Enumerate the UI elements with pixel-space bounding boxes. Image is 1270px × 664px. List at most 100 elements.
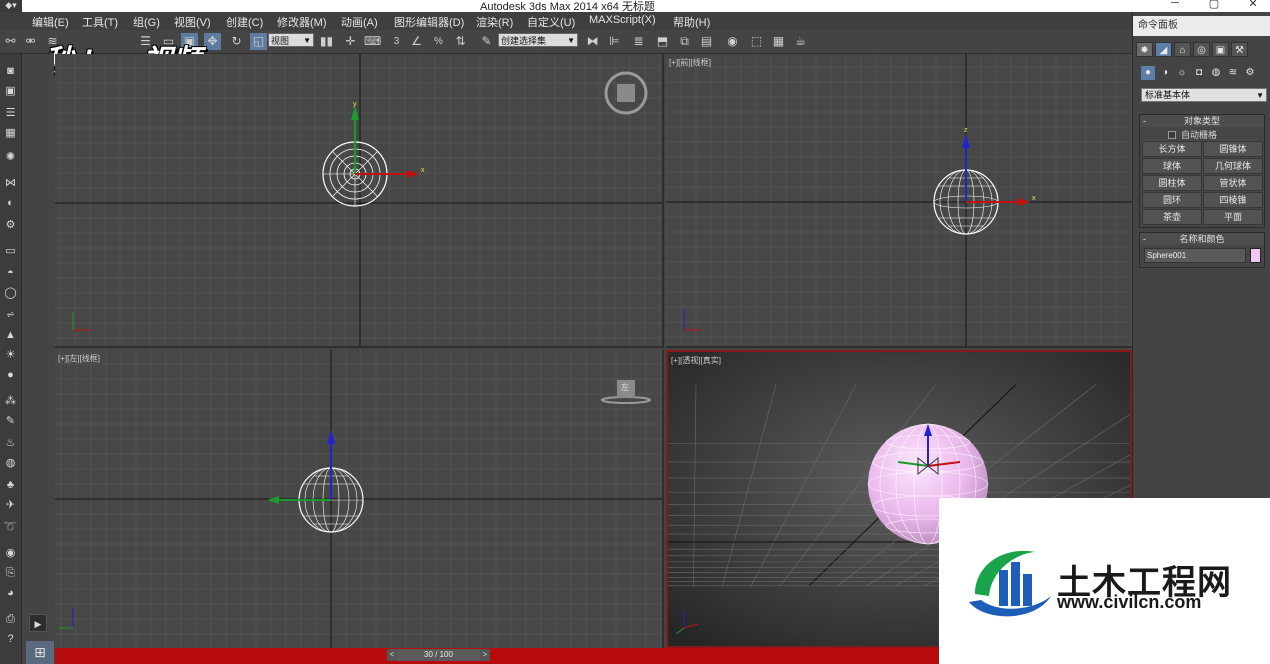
- sun-icon[interactable]: ☀: [2, 348, 19, 363]
- pivot-center-icon[interactable]: ▮▮: [318, 33, 335, 50]
- script-icon[interactable]: ⎙: [2, 612, 19, 627]
- teapot-button[interactable]: 茶壶: [1142, 209, 1202, 225]
- grid-icon[interactable]: ▦: [2, 126, 19, 141]
- spiral-icon[interactable]: ➰: [2, 520, 19, 535]
- named-selection-dropdown[interactable]: 创建选择集 ▼: [498, 33, 578, 47]
- select-scale-icon[interactable]: ◱: [250, 33, 267, 50]
- select-move-icon[interactable]: ✥: [204, 33, 221, 50]
- create-tab-icon[interactable]: ✸: [1136, 42, 1153, 57]
- layer-manager-icon[interactable]: ≣: [630, 33, 647, 50]
- cone-icon[interactable]: ⩫: [2, 308, 19, 323]
- schematic-view-icon[interactable]: ▤: [698, 33, 715, 50]
- fish-icon[interactable]: ⋈: [2, 176, 19, 191]
- viewport-label-left[interactable]: [+][左][线框]: [58, 353, 100, 364]
- percent-snap-icon[interactable]: %: [430, 33, 447, 50]
- object-color-swatch[interactable]: [1250, 248, 1261, 263]
- image-icon[interactable]: ▣: [2, 84, 19, 99]
- lights-icon[interactable]: ☼: [1175, 66, 1189, 80]
- globe-icon[interactable]: ◍: [2, 456, 19, 471]
- material-editor-icon[interactable]: ◉: [724, 33, 741, 50]
- snaps-toggle-icon[interactable]: 3: [388, 33, 405, 50]
- select-manipulate-icon[interactable]: ✛: [342, 33, 359, 50]
- helpers-icon[interactable]: ◍: [1209, 66, 1223, 80]
- utilities-tab-icon[interactable]: ⚒: [1231, 42, 1248, 57]
- menu-tools[interactable]: 工具(T): [82, 14, 118, 30]
- play-icon[interactable]: ▶: [29, 614, 47, 632]
- previous-frame-button[interactable]: <: [387, 649, 397, 661]
- cone-button[interactable]: 圆锥体: [1203, 141, 1263, 157]
- bird-icon[interactable]: ✈: [2, 498, 19, 513]
- tube-button[interactable]: 管状体: [1203, 175, 1263, 191]
- cameras-icon[interactable]: ◘: [1192, 66, 1206, 80]
- next-frame-button[interactable]: >: [480, 649, 490, 661]
- help-icon[interactable]: ?: [2, 632, 19, 647]
- teapot-icon[interactable]: ♨: [2, 436, 19, 451]
- time-slider[interactable]: < 30 / 100 >: [55, 648, 939, 664]
- render-production-icon[interactable]: ☕: [792, 33, 809, 50]
- pyramid-button[interactable]: 四棱锥: [1203, 192, 1263, 208]
- viewcube-face-label[interactable]: 左: [621, 382, 629, 393]
- maximize-icon[interactable]: ▢: [1199, 0, 1229, 11]
- render-setup-icon[interactable]: ⬚: [748, 33, 765, 50]
- space-warps-icon[interactable]: ≋: [1226, 66, 1240, 80]
- display-tab-icon[interactable]: ▣: [1212, 42, 1229, 57]
- menu-maxscript[interactable]: MAXScript(X): [589, 14, 656, 26]
- mirror-icon[interactable]: ⧓: [584, 33, 601, 50]
- max-logo-icon[interactable]: ◆▾: [0, 0, 22, 12]
- cylinder-button[interactable]: 圆柱体: [1142, 175, 1202, 191]
- rendered-frame-icon[interactable]: ▦: [770, 33, 787, 50]
- hierarchy-tab-icon[interactable]: ⌂: [1174, 42, 1191, 57]
- close-icon[interactable]: ✕: [1238, 0, 1268, 11]
- auto-grid-checkbox[interactable]: 自动栅格: [1168, 128, 1217, 141]
- viewport-label-front[interactable]: [+][前][线框]: [669, 57, 711, 68]
- spinner-snap-icon[interactable]: ⇅: [452, 33, 469, 50]
- viewport-front[interactable]: x z [+][前][线框]: [666, 54, 1132, 348]
- sphere-half-icon[interactable]: ◐: [2, 196, 19, 211]
- menu-animation[interactable]: 动画(A): [341, 14, 378, 30]
- link-icon[interactable]: ⚯: [2, 33, 19, 50]
- keyboard-shortcut-icon[interactable]: ⌨: [364, 33, 381, 50]
- geometry-category-dropdown[interactable]: 标准基本体 ▼: [1141, 88, 1267, 102]
- paint-icon[interactable]: ✎: [2, 414, 19, 429]
- graphite-tools-icon[interactable]: ⬒: [654, 33, 671, 50]
- menu-help[interactable]: 帮助(H): [673, 14, 710, 30]
- pattern-icon[interactable]: ⁂: [2, 394, 19, 409]
- triangle-icon[interactable]: ▲: [2, 328, 19, 343]
- torus-button[interactable]: 圆环: [1142, 192, 1202, 208]
- modify-tab-icon[interactable]: ◢: [1155, 42, 1172, 57]
- viewport-label-perspective[interactable]: [+][透视][真实]: [671, 355, 721, 366]
- menu-views[interactable]: 视图(V): [174, 14, 211, 30]
- plant-icon[interactable]: ♣: [2, 478, 19, 493]
- name-color-header[interactable]: - 名称和颜色: [1140, 233, 1264, 245]
- angle-snap-icon[interactable]: ∠: [408, 33, 425, 50]
- geosphere-button[interactable]: 几何球体: [1203, 158, 1263, 174]
- plane-button[interactable]: 平面: [1203, 209, 1263, 225]
- viewport-top[interactable]: x y: [55, 54, 664, 348]
- camera-icon[interactable]: ◙: [2, 64, 19, 79]
- select-rotate-icon[interactable]: ↻: [228, 33, 245, 50]
- curve-editor-icon[interactable]: ⧉: [676, 33, 693, 50]
- light-bulb-icon[interactable]: ✺: [2, 150, 19, 165]
- align-icon[interactable]: ⊫: [606, 33, 623, 50]
- box-button[interactable]: 长方体: [1142, 141, 1202, 157]
- viewport-left[interactable]: [+][左][线框] 左: [55, 350, 664, 648]
- shapes-icon[interactable]: ◑: [1158, 66, 1172, 80]
- menu-modifiers[interactable]: 修改器(M): [277, 14, 327, 30]
- object-type-header[interactable]: - 对象类型: [1140, 115, 1264, 127]
- viewport-layout-icon[interactable]: ⊞: [26, 641, 54, 664]
- menu-customize[interactable]: 自定义(U): [527, 14, 575, 30]
- circle-icon[interactable]: ◯: [2, 286, 19, 301]
- object-name-field[interactable]: Sphere001: [1144, 248, 1246, 263]
- box-icon[interactable]: ▭: [2, 244, 19, 259]
- earth-icon[interactable]: ◕: [2, 586, 19, 601]
- sphere-button[interactable]: 球体: [1142, 158, 1202, 174]
- list-icon[interactable]: ☰: [2, 106, 19, 121]
- geometry-icon[interactable]: ●: [1141, 66, 1155, 80]
- menu-create[interactable]: 创建(C): [226, 14, 263, 30]
- sphere-icon[interactable]: ◉: [2, 546, 19, 561]
- menu-rendering[interactable]: 渲染(R): [476, 14, 513, 30]
- gear-icon[interactable]: ⚙: [2, 218, 19, 233]
- menu-group[interactable]: 组(G): [133, 14, 160, 30]
- unlink-icon[interactable]: ⚮: [22, 33, 39, 50]
- time-slider-counter[interactable]: 30 / 100: [397, 649, 480, 661]
